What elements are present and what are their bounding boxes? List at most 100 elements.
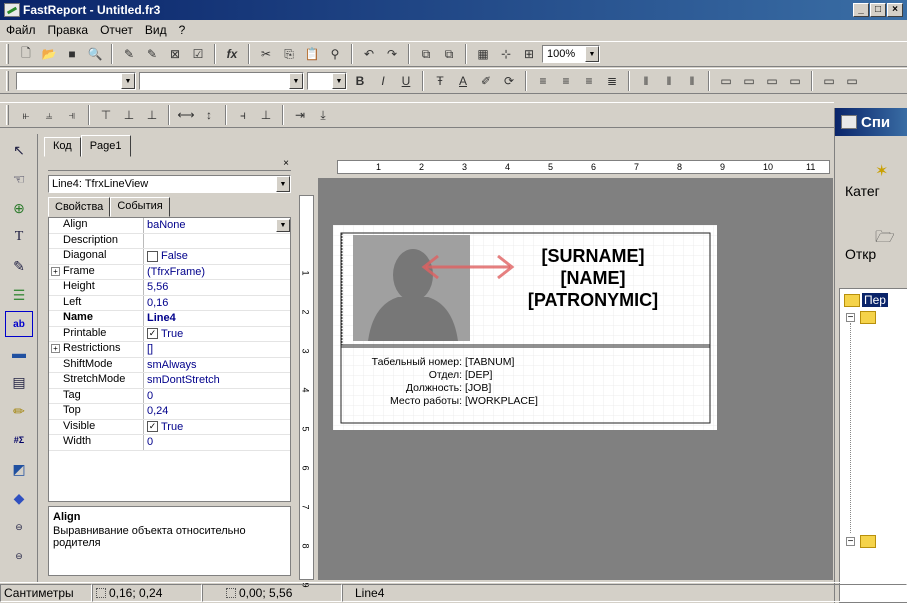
- valign-bottom-icon[interactable]: ‖: [682, 71, 702, 91]
- property-row[interactable]: Diagonal False: [49, 249, 290, 265]
- property-row[interactable]: ShiftMode smAlways: [49, 357, 290, 373]
- copy-icon[interactable]: ⎘: [279, 44, 299, 64]
- frame-all-icon[interactable]: ▭: [819, 71, 839, 91]
- align-tops-icon[interactable]: ⊤: [96, 105, 116, 125]
- detail-row[interactable]: Место работы: [WORKPLACE]: [341, 395, 701, 408]
- property-row[interactable]: + Frame (TfrxFrame): [49, 264, 290, 280]
- cut-icon[interactable]: ✂: [256, 44, 276, 64]
- property-value[interactable]: ✓ True: [144, 420, 290, 435]
- frame-bottom-icon[interactable]: ▭: [739, 71, 759, 91]
- align-hcenters-icon[interactable]: ⫨: [39, 105, 59, 125]
- open-icon[interactable]: 📂: [39, 44, 59, 64]
- minimize-button[interactable]: _: [853, 3, 869, 17]
- underline-icon[interactable]: U: [396, 71, 416, 91]
- select-pointer-icon[interactable]: ↖: [5, 137, 33, 163]
- space-horizontally-icon[interactable]: ⟷: [176, 105, 196, 125]
- highlight-icon[interactable]: ✐: [476, 71, 496, 91]
- system-text-icon[interactable]: #Σ: [5, 427, 33, 453]
- paste-icon[interactable]: 📋: [302, 44, 322, 64]
- align-bottoms-icon[interactable]: ⊥: [256, 105, 276, 125]
- property-value[interactable]: baNone ▼: [144, 218, 290, 233]
- property-value[interactable]: ✓ True: [144, 327, 290, 342]
- font-size-select[interactable]: ▼: [307, 72, 347, 90]
- frame-left-icon[interactable]: ▭: [762, 71, 782, 91]
- valign-center-icon[interactable]: ‖: [659, 71, 679, 91]
- tab-properties[interactable]: Свойства: [48, 197, 111, 217]
- checkbox[interactable]: ✓: [147, 328, 158, 340]
- expand-icon[interactable]: +: [51, 266, 60, 276]
- preview-icon[interactable]: 🔍: [85, 44, 105, 64]
- property-value[interactable]: Line4: [144, 311, 290, 326]
- property-value[interactable]: (TfrxFrame): [144, 265, 290, 280]
- frame-top-icon[interactable]: ▭: [716, 71, 736, 91]
- menu-file[interactable]: Файл: [0, 23, 42, 37]
- new-icon[interactable]: 🗋: [16, 44, 36, 64]
- delete-page-icon[interactable]: ⊠: [165, 44, 185, 64]
- property-row[interactable]: Description: [49, 233, 290, 249]
- ungroup-icon[interactable]: ⧉: [439, 44, 459, 64]
- property-value[interactable]: []: [144, 342, 290, 357]
- group-icon[interactable]: ⧉: [416, 44, 436, 64]
- checkbox[interactable]: [147, 250, 158, 262]
- format-copy-icon[interactable]: ✎: [5, 253, 33, 279]
- page-settings-icon[interactable]: ☑: [188, 44, 208, 64]
- tab-code[interactable]: Код: [44, 137, 81, 157]
- collapse-icon[interactable]: −: [846, 537, 855, 547]
- tree-item-root[interactable]: Пер: [844, 293, 888, 307]
- zoom-select[interactable]: 100% ▼: [542, 45, 600, 63]
- align-vcenters-icon[interactable]: ⊥: [119, 105, 139, 125]
- text-tool-icon[interactable]: T: [5, 224, 33, 250]
- align-justify-icon[interactable]: ≣: [602, 71, 622, 91]
- tab-page1[interactable]: Page1: [80, 135, 131, 157]
- picture-object-icon[interactable]: ▬: [5, 340, 33, 366]
- text-object-icon[interactable]: ab: [5, 311, 33, 337]
- folder-icon[interactable]: [860, 311, 876, 324]
- subreport-icon[interactable]: ▤: [5, 369, 33, 395]
- property-row[interactable]: Left 0,16: [49, 295, 290, 311]
- same-width-icon[interactable]: ⇥: [290, 105, 310, 125]
- chart-object-icon[interactable]: ◩: [5, 456, 33, 482]
- property-value[interactable]: 0: [144, 435, 290, 450]
- new-page-icon[interactable]: ✎: [119, 44, 139, 64]
- ibx-component-icon[interactable]: ⊖: [5, 514, 33, 540]
- tab-events[interactable]: События: [110, 197, 170, 217]
- valign-top-icon[interactable]: ‖: [636, 71, 656, 91]
- property-value[interactable]: 0: [144, 389, 290, 404]
- align-center-icon[interactable]: ≡: [556, 71, 576, 91]
- font-settings-icon[interactable]: Ŧ: [430, 71, 450, 91]
- property-row[interactable]: Align baNone ▼: [49, 218, 290, 234]
- report-page[interactable]: [SURNAME] [NAME] [PATRONYMIC] Табельный …: [333, 225, 717, 430]
- property-row[interactable]: + Restrictions[]: [49, 342, 290, 358]
- barcode-icon[interactable]: ◆: [5, 485, 33, 511]
- property-value[interactable]: False: [144, 249, 290, 264]
- checkbox[interactable]: ✓: [147, 421, 158, 433]
- open-button[interactable]: Откр: [845, 246, 876, 262]
- band-icon[interactable]: ☰: [5, 282, 33, 308]
- ado-component-icon[interactable]: ⊖: [5, 543, 33, 569]
- align-grid-icon[interactable]: ⊹: [496, 44, 516, 64]
- close-icon[interactable]: ×: [283, 158, 289, 169]
- property-row[interactable]: Name Line4: [49, 311, 290, 327]
- italic-icon[interactable]: I: [373, 71, 393, 91]
- menu-report[interactable]: Отчет: [94, 23, 139, 37]
- style-select[interactable]: ▼: [16, 72, 136, 90]
- property-value[interactable]: 0,24: [144, 404, 290, 419]
- align-left-icon[interactable]: ≡: [533, 71, 553, 91]
- property-value[interactable]: [144, 234, 290, 249]
- property-row[interactable]: Height 5,56: [49, 280, 290, 296]
- frame-right-icon[interactable]: ▭: [785, 71, 805, 91]
- detail-row[interactable]: Должность: [JOB]: [341, 382, 701, 395]
- font-name-select[interactable]: ▼: [139, 72, 304, 90]
- center-vertically-icon[interactable]: ⊥: [142, 105, 162, 125]
- space-vertically-icon[interactable]: ↕: [199, 105, 219, 125]
- folder-new-icon[interactable]: ✶: [875, 161, 888, 181]
- font-color-icon[interactable]: A: [453, 71, 473, 91]
- hand-icon[interactable]: ☜: [5, 166, 33, 192]
- same-height-icon[interactable]: ⤓: [313, 105, 333, 125]
- frame-none-icon[interactable]: ▭: [842, 71, 862, 91]
- align-right-icon[interactable]: ≡: [579, 71, 599, 91]
- name-block[interactable]: [SURNAME] [NAME] [PATRONYMIC]: [483, 245, 703, 311]
- property-value[interactable]: smAlways: [144, 358, 290, 373]
- collapse-icon[interactable]: −: [846, 313, 855, 323]
- menu-help[interactable]: ?: [173, 23, 192, 37]
